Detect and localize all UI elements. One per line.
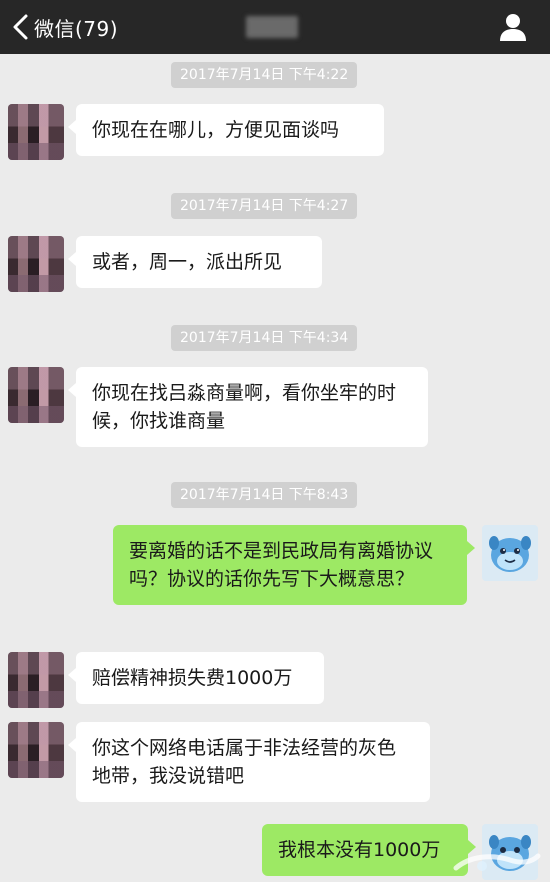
outgoing-message[interactable]: 要离婚的话不是到民政局有离婚协议吗？协议的话你先写下大概意思？ [113, 525, 475, 605]
incoming-message[interactable]: 你现在在哪儿，方便见面谈吗 [68, 104, 384, 156]
timestamp: 2017年7月14日 下午4:34 [171, 325, 358, 351]
navigation-bar: 微信(79) [0, 0, 550, 54]
outgoing-message[interactable]: 我根本没有1000万 [262, 824, 476, 876]
incoming-message[interactable]: 你这个网络电话属于非法经营的灰色地带，我没说错吧 [68, 722, 430, 802]
contact-avatar[interactable] [8, 367, 64, 423]
contact-avatar[interactable] [8, 652, 64, 708]
timestamp: 2017年7月14日 下午8:43 [171, 482, 358, 508]
contact-avatar[interactable] [8, 104, 64, 160]
my-avatar[interactable] [482, 525, 538, 581]
back-label: 微信(79) [34, 16, 119, 41]
chevron-left-icon [13, 14, 28, 40]
watermark-logo [453, 853, 541, 871]
incoming-message[interactable]: 赔偿精神损失费1000万 [68, 652, 324, 704]
contact-name-blurred [246, 16, 298, 38]
timestamp: 2017年7月14日 下午4:27 [171, 193, 358, 219]
contact-avatar[interactable] [8, 722, 64, 778]
contact-avatar[interactable] [8, 236, 64, 292]
incoming-message[interactable]: 或者，周一，派出所见 [68, 236, 322, 288]
person-icon[interactable] [498, 12, 528, 42]
back-button[interactable]: 微信(79) [10, 8, 118, 46]
incoming-message[interactable]: 你现在找吕淼商量啊，看你坐牢的时候，你找谁商量 [68, 367, 428, 447]
blue-cartoon-character-icon [482, 525, 538, 581]
timestamp: 2017年7月14日 下午4:22 [171, 62, 358, 88]
